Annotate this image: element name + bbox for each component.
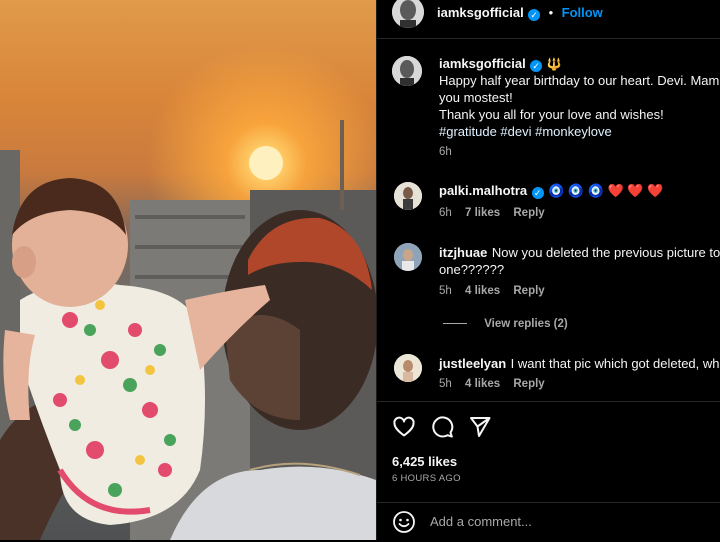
follow-button[interactable]: Follow — [562, 5, 603, 20]
caption-line-1: Happy half year birthday to our heart. D… — [439, 73, 720, 88]
comment-avatar[interactable] — [394, 182, 422, 210]
add-comment-bar: Add a comment... — [377, 502, 720, 542]
comment-avatar-icon — [394, 354, 422, 382]
comment-avatar[interactable] — [394, 354, 422, 382]
comment-time: 6h — [439, 207, 452, 219]
caption-username[interactable]: iamksgofficial — [439, 56, 526, 71]
author-avatar[interactable] — [392, 0, 424, 28]
likes-count[interactable]: 6,425 likes — [392, 454, 457, 469]
smiley-icon[interactable] — [392, 510, 416, 534]
heart-icon[interactable] — [392, 415, 416, 439]
author-username[interactable]: iamksgofficial — [437, 5, 524, 20]
comment-text-line-1: Now you deleted the previous picture to — [491, 245, 720, 260]
post-actions-section: 6,425 likes 6 HOURS AGO Add a comment... — [377, 401, 720, 541]
comment-text: 🧿 🧿 🧿 ❤️ ❤️ ❤️ — [548, 183, 664, 198]
caption-line-3: Thank you all for your love and wishes! — [439, 107, 664, 122]
caption-hashtags[interactable]: #gratitude #devi #monkeylove — [439, 123, 612, 140]
post-time-ago: 6 HOURS AGO — [392, 473, 461, 484]
post-image[interactable] — [0, 0, 376, 540]
reply-button[interactable]: Reply — [513, 378, 544, 390]
add-comment-input[interactable]: Add a comment... — [430, 514, 532, 529]
caption-line-2: you mostest! — [439, 90, 513, 105]
post-photo-illustration — [0, 120, 376, 540]
comment-time: 5h — [439, 285, 452, 297]
comment-time: 5h — [439, 378, 452, 390]
caption-time: 6h — [439, 146, 452, 158]
reply-button[interactable]: Reply — [513, 285, 544, 297]
comment-likes[interactable]: 7 likes — [465, 207, 500, 219]
comment-text: I want that pic which got deleted, wha — [510, 356, 720, 371]
trident-emoji: 🔱 — [546, 57, 562, 71]
comment-username[interactable]: justleelyan — [439, 356, 506, 371]
comment-avatar-icon — [394, 243, 422, 271]
post-details-panel: iamksgofficial ✓ • Follow iamksgofficial… — [376, 0, 720, 540]
paper-plane-icon[interactable] — [468, 415, 492, 439]
comment-avatar-icon — [394, 182, 422, 210]
caption-avatar-icon — [392, 56, 422, 86]
comment-likes[interactable]: 4 likes — [465, 378, 500, 390]
verified-badge-icon: ✓ — [531, 187, 544, 199]
post-header: iamksgofficial ✓ • Follow — [377, 0, 720, 39]
separator-dot: • — [548, 5, 554, 20]
comment-username[interactable]: palki.malhotra — [439, 183, 527, 198]
verified-badge-icon: ✓ — [528, 9, 541, 21]
speech-bubble-icon[interactable] — [430, 415, 454, 439]
verified-badge-icon: ✓ — [530, 60, 543, 72]
comment-likes[interactable]: 4 likes — [465, 285, 500, 297]
caption-author-avatar[interactable] — [392, 56, 422, 86]
comment-avatar[interactable] — [394, 243, 422, 271]
replies-divider — [443, 323, 467, 325]
view-replies-label[interactable]: View replies (2) — [484, 318, 568, 330]
author-avatar-icon — [392, 0, 424, 28]
view-replies-button[interactable]: View replies (2) — [443, 318, 568, 330]
reply-button[interactable]: Reply — [513, 207, 544, 219]
comment-text-line-2: one?????? — [439, 262, 505, 277]
comment-username[interactable]: itzjhuae — [439, 245, 487, 260]
